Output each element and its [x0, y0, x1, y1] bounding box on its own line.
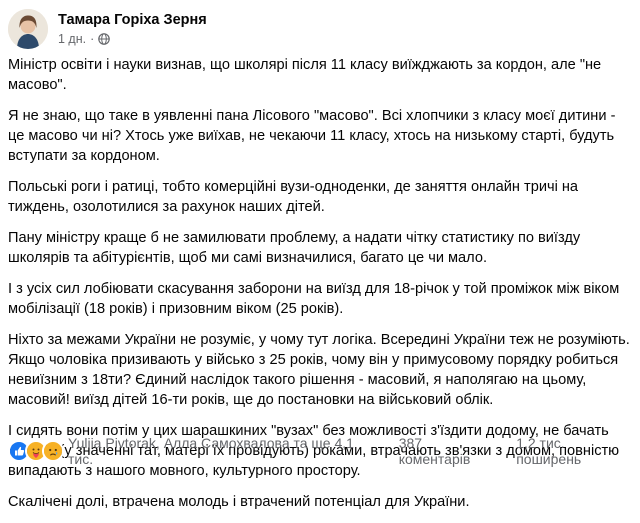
post-paragraph-2: Я не знаю, що таке в уявленні пана Лісов… [8, 108, 616, 164]
post-paragraph-5: І з усіх сил лобіювати скасування заборо… [8, 281, 620, 317]
post-paragraph-8: Скалічені долі, втрачена молодь і втраче… [8, 494, 470, 510]
post-paragraph-1: Міністр освіти і науки визнав, що школяр… [8, 57, 602, 93]
post-footer: Yuliia Pivtorak, Алла Самохвалова та ще … [8, 435, 632, 467]
author-name[interactable]: Тамара Горіха Зерня [58, 11, 207, 29]
post-subline: 1 дн. · [58, 31, 207, 47]
facebook-post: Тамара Горіха Зерня 1 дн. · Міністр осві… [0, 0, 640, 510]
post-paragraph-4: Пану міністру краще б не замилювати проб… [8, 230, 581, 266]
engagement-counts: 387 коментарів 1,2 тис. поширень [379, 435, 632, 467]
comments-count[interactable]: 387 коментарів [399, 435, 497, 467]
post-paragraph-3: Польські роги і ратиці, тобто комерційні… [8, 179, 579, 215]
post-paragraph-6: Ніхто за межами України не розуміє, у чо… [8, 332, 630, 408]
reactors-summary[interactable]: Yuliia Pivtorak, Алла Самохвалова та ще … [68, 435, 379, 467]
author-avatar[interactable] [8, 9, 48, 49]
post-meta: Тамара Горіха Зерня 1 дн. · [58, 11, 207, 47]
sad-reaction-icon [42, 440, 64, 462]
subline-separator: · [90, 32, 95, 46]
shares-count[interactable]: 1,2 тис. поширень [516, 435, 632, 467]
reaction-summary[interactable]: Yuliia Pivtorak, Алла Самохвалова та ще … [8, 435, 379, 467]
post-header: Тамара Горіха Зерня 1 дн. · [8, 7, 207, 51]
globe-icon [98, 33, 111, 45]
post-timestamp[interactable]: 1 дн. [58, 31, 86, 47]
